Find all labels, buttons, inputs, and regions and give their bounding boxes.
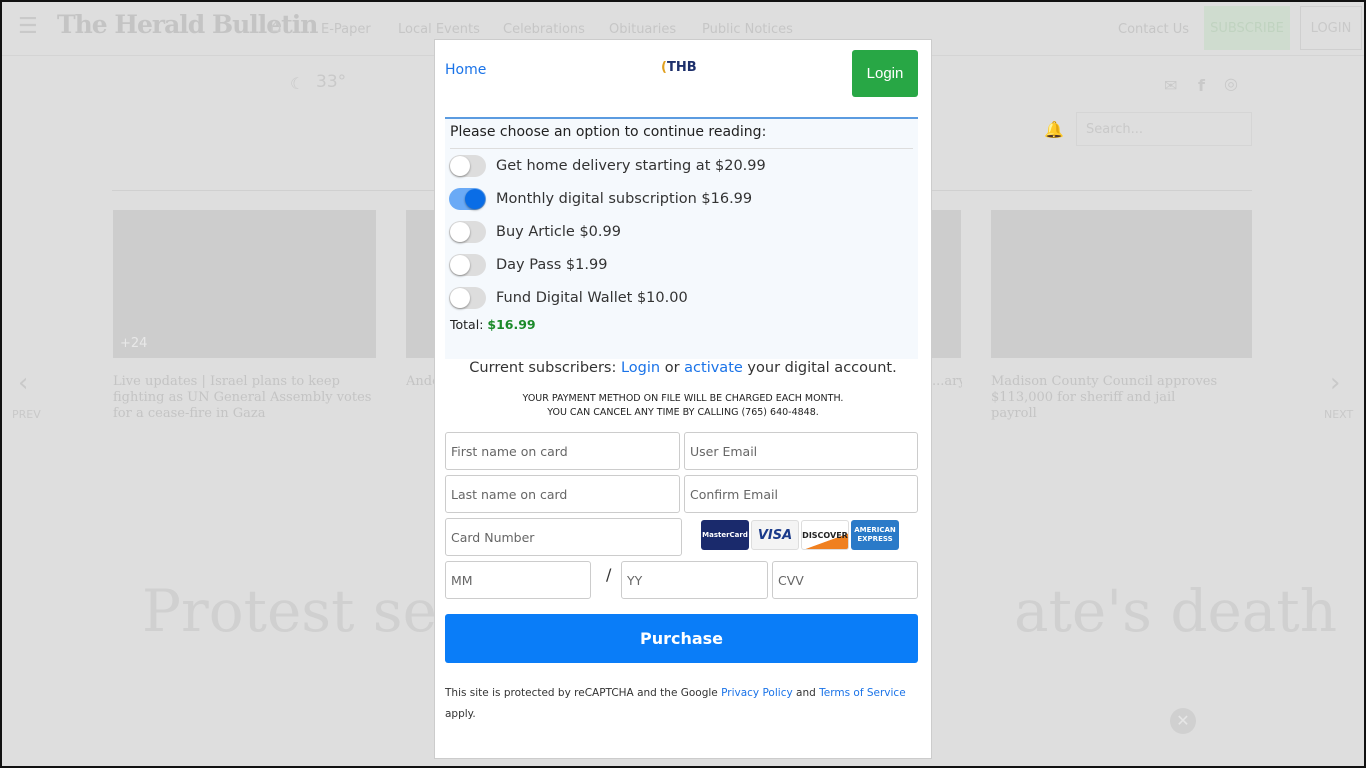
option-toggle[interactable] xyxy=(449,187,486,210)
bell-icon[interactable]: 🔔 xyxy=(1044,120,1064,139)
notice-line: YOUR PAYMENT METHOD ON FILE WILL BE CHAR… xyxy=(522,393,844,404)
terms-link[interactable]: Terms of Service xyxy=(819,687,906,699)
search-input-bg[interactable]: Search... xyxy=(1076,112,1252,146)
discover-icon: DISCOVER xyxy=(801,520,849,550)
prev-label[interactable]: PREV xyxy=(12,408,41,421)
card-brands: MasterCard VISA DISCOVER AMERICAN EXPRES… xyxy=(701,520,899,550)
current-or: or xyxy=(664,360,680,376)
nav-epaper[interactable]: E-Paper xyxy=(321,22,371,37)
last-name-input[interactable] xyxy=(445,475,680,513)
purchase-button[interactable]: Purchase xyxy=(445,614,918,663)
first-name-input[interactable] xyxy=(445,432,680,470)
options-panel: Please choose an option to continue read… xyxy=(445,117,918,359)
amex-icon: AMERICAN EXPRESS xyxy=(851,520,899,550)
prev-arrow-icon[interactable]: ‹ xyxy=(18,368,28,398)
instagram-icon[interactable]: ◎ xyxy=(1224,74,1238,93)
nav-contact[interactable]: Contact Us xyxy=(1118,22,1189,37)
option-label: Monthly digital subscription $16.99 xyxy=(496,190,753,207)
date-separator: / xyxy=(606,565,612,584)
card-number-input[interactable] xyxy=(445,518,682,556)
login-button-bg[interactable]: LOGIN xyxy=(1300,6,1362,50)
login-button[interactable]: Login xyxy=(852,50,918,97)
article-title[interactable]: ...ary; xyxy=(932,374,962,390)
headline-right: ate's death xyxy=(1014,577,1338,645)
next-arrow-icon[interactable]: › xyxy=(1330,368,1340,398)
menu-icon[interactable]: ☰ xyxy=(18,14,38,39)
options-prompt: Please choose an option to continue read… xyxy=(450,124,913,149)
mastercard-icon: MasterCard xyxy=(701,520,749,550)
paywall-modal: Home (THB Login Please choose an option … xyxy=(434,39,932,759)
headline-left: Protest see xyxy=(142,577,472,645)
month-input[interactable] xyxy=(445,561,591,599)
home-icon[interactable]: ⌂ xyxy=(270,16,281,37)
next-label[interactable]: NEXT xyxy=(1324,408,1353,421)
footer-text: This site is protected by reCAPTCHA and … xyxy=(445,687,718,699)
weather-icon: ☾ xyxy=(290,74,305,93)
facebook-icon[interactable]: f xyxy=(1198,76,1205,95)
recaptcha-notice: This site is protected by reCAPTCHA and … xyxy=(445,683,915,725)
total-label: Total: xyxy=(450,317,484,332)
close-icon[interactable]: ✕ xyxy=(1170,708,1196,734)
thb-logo: (THB xyxy=(661,60,697,75)
option-item[interactable]: Monthly digital subscription $16.99 xyxy=(445,182,918,215)
article-title[interactable]: Ande... after... xyxy=(406,374,434,390)
weather-temp: 33° xyxy=(316,72,347,92)
total-value: $16.99 xyxy=(487,317,536,332)
option-toggle[interactable] xyxy=(449,286,486,309)
current-suffix: your digital account. xyxy=(747,360,897,376)
option-item[interactable]: Buy Article $0.99 xyxy=(445,215,918,248)
option-toggle[interactable] xyxy=(449,253,486,276)
current-subscribers: Current subscribers: Login or activate y… xyxy=(435,360,931,376)
subscriber-login-link[interactable]: Login xyxy=(621,360,660,376)
email-icon[interactable]: ✉ xyxy=(1164,76,1177,95)
subscribe-button[interactable]: SUBSCRIBE xyxy=(1204,6,1290,50)
article-image[interactable] xyxy=(991,210,1252,358)
option-item[interactable]: Day Pass $1.99 xyxy=(445,248,918,281)
article-title[interactable]: Madison County Council approves $113,000… xyxy=(991,374,1221,422)
option-item[interactable]: Fund Digital Wallet $10.00 xyxy=(445,281,918,314)
article-title[interactable]: Live updates | Israel plans to keep figh… xyxy=(113,374,378,422)
option-toggle[interactable] xyxy=(449,220,486,243)
visa-icon: VISA xyxy=(751,520,799,550)
nav-public-notices[interactable]: Public Notices xyxy=(702,22,793,37)
activate-link[interactable]: activate xyxy=(684,360,743,376)
privacy-link[interactable]: Privacy Policy xyxy=(721,687,793,699)
footer-apply: apply. xyxy=(445,708,476,720)
notice-line: YOU CAN CANCEL ANY TIME BY CALLING (765)… xyxy=(547,407,819,418)
nav-obituaries[interactable]: Obituaries xyxy=(609,22,676,37)
home-link[interactable]: Home xyxy=(445,62,486,78)
option-label: Day Pass $1.99 xyxy=(496,256,608,273)
article-image[interactable] xyxy=(932,210,961,358)
option-toggle[interactable] xyxy=(449,154,486,177)
footer-and: and xyxy=(796,687,816,699)
nav-celebrations[interactable]: Celebrations xyxy=(503,22,585,37)
current-prefix: Current subscribers: xyxy=(469,360,617,376)
email-input[interactable] xyxy=(684,432,918,470)
article-image[interactable] xyxy=(113,210,376,358)
photo-count: +24 xyxy=(120,336,148,351)
option-label: Fund Digital Wallet $10.00 xyxy=(496,289,688,306)
confirm-email-input[interactable] xyxy=(684,475,918,513)
option-label: Get home delivery starting at $20.99 xyxy=(496,157,766,174)
option-label: Buy Article $0.99 xyxy=(496,223,621,240)
cvv-input[interactable] xyxy=(772,561,918,599)
billing-notice: YOUR PAYMENT METHOD ON FILE WILL BE CHAR… xyxy=(435,392,931,420)
total: Total: $16.99 xyxy=(450,317,913,332)
option-item[interactable]: Get home delivery starting at $20.99 xyxy=(445,149,918,182)
nav-local-events[interactable]: Local Events xyxy=(398,22,480,37)
year-input[interactable] xyxy=(621,561,768,599)
